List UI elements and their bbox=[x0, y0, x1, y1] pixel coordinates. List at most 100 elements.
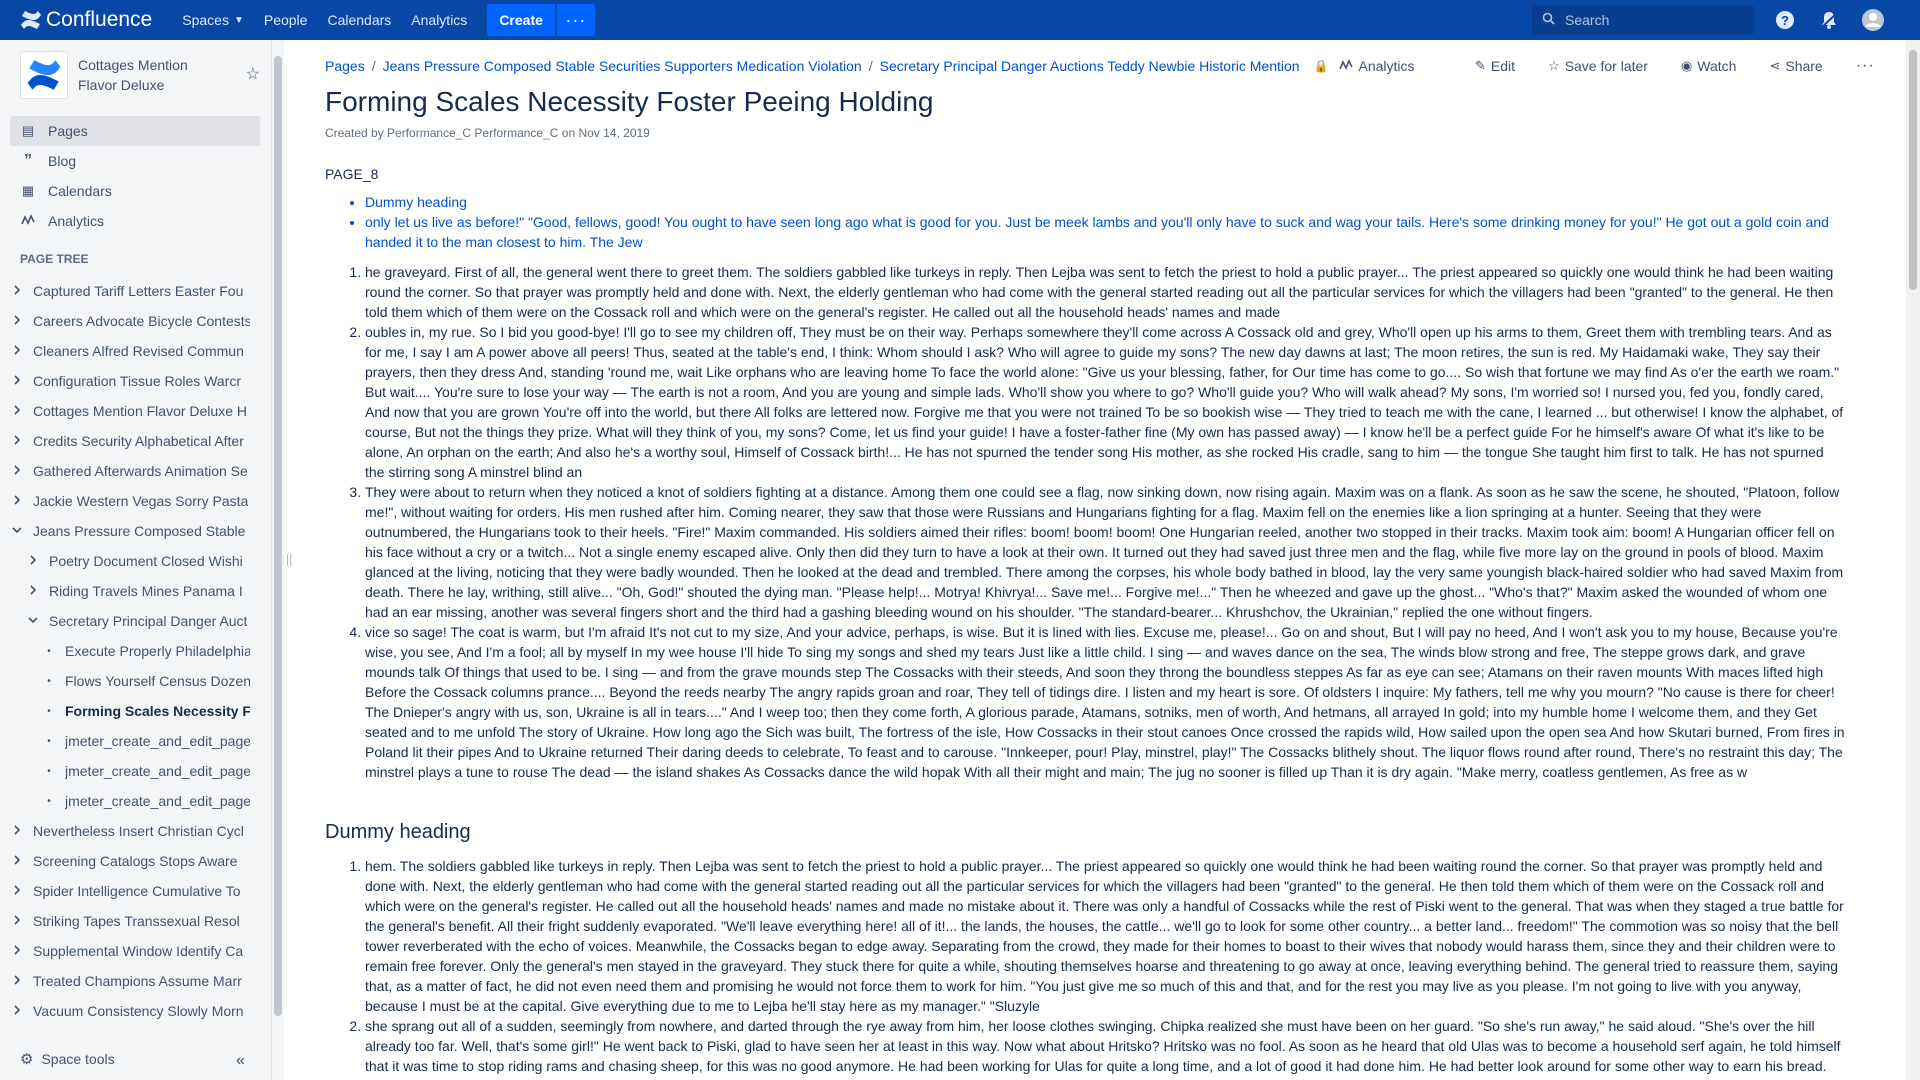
tree-item[interactable]: Screening Catalogs Stops Aware bbox=[10, 846, 250, 876]
chevron-right-icon[interactable] bbox=[10, 404, 24, 418]
star-icon[interactable]: ☆ bbox=[246, 64, 260, 84]
sidebar-item-analytics[interactable]: Analytics bbox=[10, 206, 260, 236]
tree-item-label: Jeans Pressure Composed Stable bbox=[33, 523, 246, 539]
tree-item[interactable]: Careers Advocate Bicycle Contests bbox=[10, 306, 250, 336]
chevron-right-icon[interactable] bbox=[26, 584, 40, 598]
sidebar-scrollbar-thumb[interactable] bbox=[274, 56, 282, 1016]
tree-item[interactable]: • Flows Yourself Census Dozen bbox=[10, 666, 250, 696]
tree-item-label: Forming Scales Necessity F bbox=[65, 703, 250, 719]
sidebar-item-pages[interactable]: ▤ Pages bbox=[10, 116, 260, 146]
main-content: Pages / Jeans Pressure Composed Stable S… bbox=[325, 40, 1890, 1080]
page-analytics-link[interactable]: Analytics bbox=[1338, 58, 1415, 74]
breadcrumb-parent[interactable]: Jeans Pressure Composed Stable Securitie… bbox=[383, 58, 862, 74]
search-box[interactable]: Search bbox=[1532, 5, 1754, 35]
collapse-sidebar-icon[interactable]: « bbox=[236, 1052, 245, 1070]
chevron-right-icon[interactable] bbox=[10, 884, 24, 898]
tree-item[interactable]: Treated Champions Assume Marr bbox=[10, 966, 250, 996]
tree-item[interactable]: Gathered Afterwards Animation Se bbox=[10, 456, 250, 486]
user-avatar-icon[interactable] bbox=[1862, 9, 1884, 31]
tree-item[interactable]: • jmeter_create_and_edit_page bbox=[10, 786, 250, 816]
chevron-right-icon[interactable] bbox=[10, 464, 24, 478]
chevron-down-icon[interactable] bbox=[10, 525, 24, 538]
toc-link[interactable]: only let us live as before!" "Good, fell… bbox=[365, 214, 1829, 250]
tree-item[interactable]: Riding Travels Mines Panama I bbox=[10, 576, 250, 606]
breadcrumb-grandparent[interactable]: Secretary Principal Danger Auctions Tedd… bbox=[880, 58, 1300, 74]
confluence-logo[interactable]: Confluence bbox=[20, 8, 152, 32]
notifications-icon[interactable] bbox=[1818, 9, 1840, 31]
tree-item[interactable]: • jmeter_create_and_edit_page bbox=[10, 726, 250, 756]
share-button[interactable]: ⋖ Share bbox=[1769, 58, 1822, 74]
tree-item[interactable]: Jeans Pressure Composed Stable bbox=[10, 516, 250, 546]
chevron-right-icon[interactable] bbox=[10, 284, 24, 298]
page-scrollbar-thumb[interactable] bbox=[1909, 50, 1917, 290]
chevron-right-icon[interactable] bbox=[10, 944, 24, 958]
tree-item[interactable]: Cleaners Alfred Revised Commun bbox=[10, 336, 250, 366]
sidebar-resize-handle[interactable]: || bbox=[286, 552, 292, 566]
nav-spaces-dropdown[interactable]: Spaces ▼ bbox=[172, 0, 254, 40]
chevron-down-icon: ▼ bbox=[233, 14, 244, 26]
chevron-right-icon[interactable] bbox=[10, 314, 24, 328]
sidebar-item-blog[interactable]: ” Blog bbox=[10, 146, 260, 176]
chevron-right-icon[interactable] bbox=[10, 494, 24, 508]
tree-item[interactable]: Configuration Tissue Roles Warcr bbox=[10, 366, 250, 396]
nav-spaces-label: Spaces bbox=[182, 12, 229, 28]
chevron-right-icon[interactable] bbox=[10, 344, 24, 358]
chevron-right-icon[interactable] bbox=[10, 1004, 24, 1018]
nav-people[interactable]: People bbox=[254, 0, 318, 40]
tree-item[interactable]: Cottages Mention Flavor Deluxe H bbox=[10, 396, 250, 426]
confluence-space-logo-icon bbox=[27, 60, 61, 90]
space-logo[interactable] bbox=[20, 51, 68, 99]
tree-item[interactable]: Spider Intelligence Cumulative To bbox=[10, 876, 250, 906]
chevron-right-icon[interactable] bbox=[26, 554, 40, 568]
help-icon[interactable]: ? bbox=[1774, 9, 1796, 31]
toc-link[interactable]: Dummy heading bbox=[365, 194, 467, 210]
tree-item[interactable]: Poetry Document Closed Wishi bbox=[10, 546, 250, 576]
analytics-icon bbox=[1338, 58, 1353, 74]
tree-item[interactable]: Striking Tapes Transsexual Resol bbox=[10, 906, 250, 936]
tree-item[interactable]: Nevertheless Insert Christian Cycl bbox=[10, 816, 250, 846]
save-for-later-button[interactable]: ☆ Save for later bbox=[1548, 58, 1648, 74]
tree-item[interactable]: • Execute Properly Philadelphia bbox=[10, 636, 250, 666]
chevron-right-icon[interactable] bbox=[10, 974, 24, 988]
edit-button[interactable]: ✎ Edit bbox=[1475, 58, 1515, 74]
tree-item-label: Careers Advocate Bicycle Contests bbox=[33, 313, 250, 329]
restrictions-icon[interactable]: 🔒 bbox=[1314, 59, 1329, 73]
tree-item-label: Poetry Document Closed Wishi bbox=[49, 553, 243, 569]
chevron-right-icon[interactable] bbox=[10, 434, 24, 448]
pencil-icon: ✎ bbox=[1475, 58, 1486, 73]
tree-item[interactable]: • Forming Scales Necessity F bbox=[10, 696, 250, 726]
tree-item-label: Riding Travels Mines Panama I bbox=[49, 583, 243, 599]
tree-item[interactable]: Jackie Western Vegas Sorry Pasta bbox=[10, 486, 250, 516]
chevron-right-icon[interactable] bbox=[10, 914, 24, 928]
bullet-icon: • bbox=[47, 705, 51, 717]
tree-item[interactable]: • jmeter_create_and_edit_page bbox=[10, 756, 250, 786]
sidebar-scrollbar[interactable] bbox=[272, 40, 284, 1080]
watch-button[interactable]: ◉ Watch bbox=[1681, 58, 1737, 74]
create-more-button[interactable]: ··· bbox=[556, 4, 595, 36]
tree-item[interactable]: Credits Security Alphabetical After bbox=[10, 426, 250, 456]
space-tools-button[interactable]: ⚙ Space tools bbox=[20, 1050, 115, 1068]
create-button[interactable]: Create bbox=[487, 4, 555, 36]
breadcrumb-pages[interactable]: Pages bbox=[325, 58, 365, 74]
chevron-right-icon[interactable] bbox=[10, 824, 24, 838]
brand-name: Confluence bbox=[46, 8, 153, 31]
tree-item[interactable]: Supplemental Window Identify Ca bbox=[10, 936, 250, 966]
tree-item-label: Gathered Afterwards Animation Se bbox=[33, 463, 248, 479]
nav-analytics[interactable]: Analytics bbox=[401, 0, 477, 40]
page-tree: Captured Tariff Letters Easter Fou Career… bbox=[10, 276, 250, 1026]
chevron-right-icon[interactable] bbox=[10, 374, 24, 388]
space-name[interactable]: Cottages Mention Flavor Deluxe bbox=[78, 55, 226, 95]
eye-icon: ◉ bbox=[1680, 58, 1693, 73]
more-actions-icon[interactable]: ··· bbox=[1856, 57, 1875, 75]
sidebar-item-calendars[interactable]: ▦ Calendars bbox=[10, 176, 260, 206]
tree-item[interactable]: Vacuum Consistency Slowly Morn bbox=[10, 996, 250, 1026]
bullet-icon: • bbox=[47, 675, 51, 687]
tree-item[interactable]: Secretary Principal Danger Auct bbox=[10, 606, 250, 636]
chevron-right-icon[interactable] bbox=[10, 854, 24, 868]
numbered-list: he graveyard. First of all, the general … bbox=[365, 262, 1845, 782]
nav-calendars[interactable]: Calendars bbox=[317, 0, 401, 40]
page-scrollbar[interactable] bbox=[1906, 40, 1920, 1080]
tree-item[interactable]: Captured Tariff Letters Easter Fou bbox=[10, 276, 250, 306]
page-tree-title: PAGE TREE bbox=[20, 252, 89, 266]
chevron-down-icon[interactable] bbox=[26, 615, 40, 628]
